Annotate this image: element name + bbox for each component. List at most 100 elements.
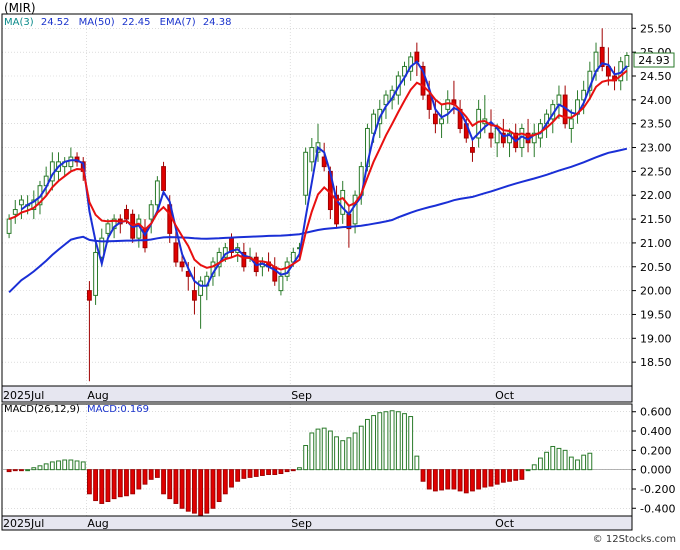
candle-body — [426, 94, 432, 110]
macd-bar — [408, 416, 414, 471]
macd-bar — [204, 469, 210, 514]
candle-body — [173, 242, 179, 263]
macd-bar — [62, 459, 68, 471]
price-tick-label: 19.50 — [640, 308, 672, 321]
macd-bar — [358, 425, 364, 471]
macd-bar — [556, 447, 562, 471]
macd-params-label: MACD(26,12,9) — [4, 404, 80, 415]
macd-bar — [451, 469, 457, 490]
macd-value-label: MACD:0.169 — [87, 404, 149, 415]
macd-x-axis-label: Sep — [291, 517, 312, 530]
candle-body — [278, 275, 284, 292]
candle — [19, 195, 24, 220]
x-axis-label: 2025Jul — [3, 389, 44, 402]
macd-bar — [93, 469, 98, 502]
macd-tick-label: -0.400 — [640, 502, 675, 515]
macd-bar — [507, 469, 512, 482]
macd-bar — [74, 460, 80, 471]
candle — [309, 138, 315, 172]
candle — [303, 147, 309, 205]
candle-body — [192, 290, 197, 301]
macd-bar — [266, 469, 271, 475]
macd-bar — [290, 469, 296, 472]
macd-tick-label: 0.600 — [640, 406, 672, 419]
axis-labels: 25.5025.0024.5024.0023.5023.0022.5022.00… — [3, 22, 675, 530]
candle — [575, 90, 580, 124]
candle-body — [161, 166, 166, 191]
macd-bar — [587, 452, 593, 471]
candle — [568, 109, 574, 143]
macd-bar — [216, 469, 222, 503]
candle-body — [6, 218, 12, 234]
macd-bar — [37, 465, 43, 471]
candle-body — [414, 51, 420, 63]
macd-bar — [192, 469, 197, 514]
macd-bar — [68, 459, 74, 471]
macd-bar — [531, 464, 537, 471]
macd-bar — [488, 469, 494, 487]
macd-histogram — [2, 410, 632, 516]
macd-bar — [414, 455, 420, 471]
macd-bar — [377, 412, 383, 471]
candle — [488, 109, 494, 148]
candle — [86, 281, 92, 382]
macd-bar — [426, 469, 432, 490]
candle-body — [624, 54, 630, 67]
macd-bar — [56, 460, 61, 471]
candle — [12, 200, 18, 224]
candle-body — [488, 132, 494, 139]
candle-body — [93, 251, 98, 296]
macd-tick-label: 0.200 — [640, 444, 672, 457]
macd-bar — [463, 469, 469, 494]
macd-bar — [142, 469, 148, 485]
indicator-legend: MA(3) 24.52 MA(50) 22.45 EMA(7) 24.38 — [4, 17, 231, 28]
macd-x-axis-label: Aug — [87, 517, 108, 530]
macd-bar — [247, 469, 253, 478]
macd-bar — [161, 469, 166, 495]
macd-bar — [179, 469, 185, 509]
candle — [556, 85, 562, 119]
candle-body — [68, 156, 74, 168]
price-tick-label: 24.50 — [640, 70, 672, 83]
macd-bar — [352, 432, 358, 471]
macd-bar — [185, 469, 191, 512]
macd-bar — [229, 469, 234, 488]
macd-bar — [346, 437, 352, 471]
macd-bar — [105, 469, 111, 503]
ma3-label: MA(3) — [4, 17, 34, 28]
candle — [93, 242, 98, 305]
macd-bar — [482, 469, 488, 488]
last-price-badge: 24.93 — [633, 52, 675, 68]
macd-bar — [321, 427, 327, 471]
macd-bar — [544, 451, 550, 471]
price-tick-label: 19.00 — [640, 332, 672, 345]
last-price-text: 24.93 — [638, 54, 670, 67]
ma50-label: MA(50) — [79, 17, 115, 28]
macd-bar — [432, 469, 438, 492]
price-tick-label: 21.00 — [640, 237, 672, 250]
candle-body — [432, 113, 438, 125]
macd-bar — [31, 467, 37, 471]
macd-bar — [383, 411, 389, 471]
candle-body — [19, 199, 24, 206]
candle — [414, 42, 420, 76]
macd-x-axis-label: 2025Jul — [3, 517, 44, 530]
ema7-label: EMA(7) — [160, 17, 196, 28]
macd-bar — [445, 469, 451, 490]
candle — [340, 180, 346, 224]
ma50-value: 22.45 — [122, 17, 151, 28]
candle — [439, 104, 444, 138]
candle — [457, 99, 463, 134]
candle — [531, 123, 537, 158]
candle — [519, 123, 525, 158]
macd-bar — [99, 469, 105, 504]
candle-body — [154, 180, 160, 206]
macd-bar — [494, 469, 500, 485]
candle-body — [198, 280, 204, 296]
x-axis-label: Sep — [291, 389, 312, 402]
macd-bar — [130, 469, 136, 495]
candle-body — [179, 261, 185, 268]
macd-bar — [80, 461, 86, 471]
macd-bar — [439, 469, 444, 491]
x-axis-label: Oct — [495, 389, 515, 402]
